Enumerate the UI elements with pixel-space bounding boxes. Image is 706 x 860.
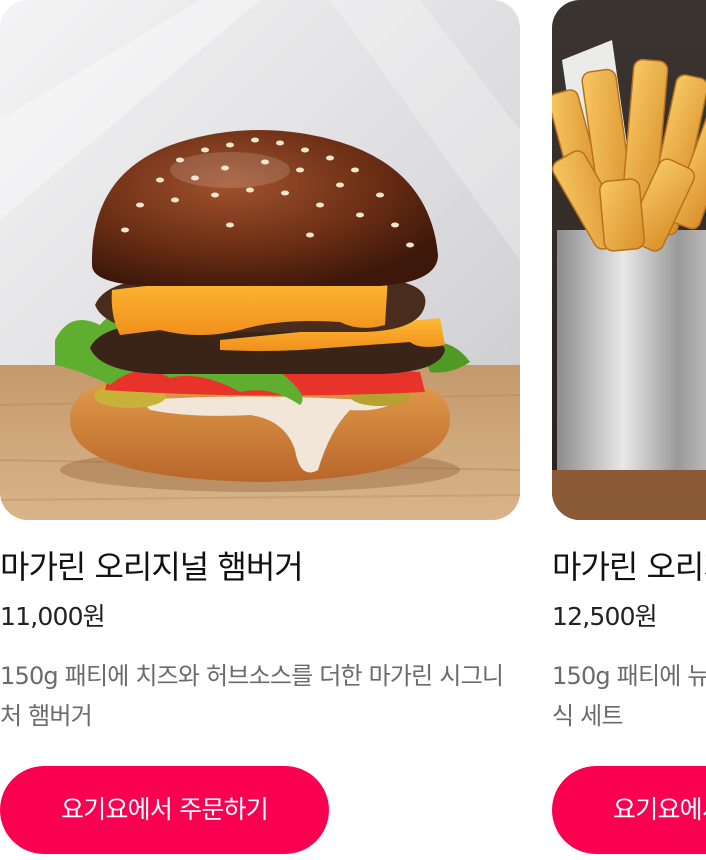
order-button[interactable]: 요기요에서 주문하기 <box>552 766 706 854</box>
fries-illustration <box>552 0 706 520</box>
product-carousel[interactable]: 마가린 오리지널 햄버거 11,000원 150g 패티에 치즈와 허브소스를 … <box>0 0 706 860</box>
product-price: 12,500원 <box>552 602 658 631</box>
product-description: 150g 패티에 치즈와 허브소스를 더한 마가린 시그니처 햄버거 <box>0 662 504 730</box>
burger-image[interactable] <box>0 0 520 520</box>
product-card[interactable]: 마가린 오리지널 프라이 세트 12,500원 150g 패티에 뉴욕스타일 감… <box>552 0 706 854</box>
product-description: 150g 패티에 뉴욕스타일 감자튀김과 치즈를 더한 정식 세트 <box>552 662 706 730</box>
product-title: 마가린 오리지널 햄버거 <box>0 548 304 586</box>
product-card[interactable]: 마가린 오리지널 햄버거 11,000원 150g 패티에 치즈와 허브소스를 … <box>0 0 520 854</box>
burger-illustration <box>0 0 520 520</box>
order-button[interactable]: 요기요에서 주문하기 <box>0 766 329 854</box>
product-title: 마가린 오리지널 프라이 세트 <box>552 548 706 586</box>
product-price: 11,000원 <box>0 602 106 631</box>
fries-image[interactable] <box>552 0 706 520</box>
